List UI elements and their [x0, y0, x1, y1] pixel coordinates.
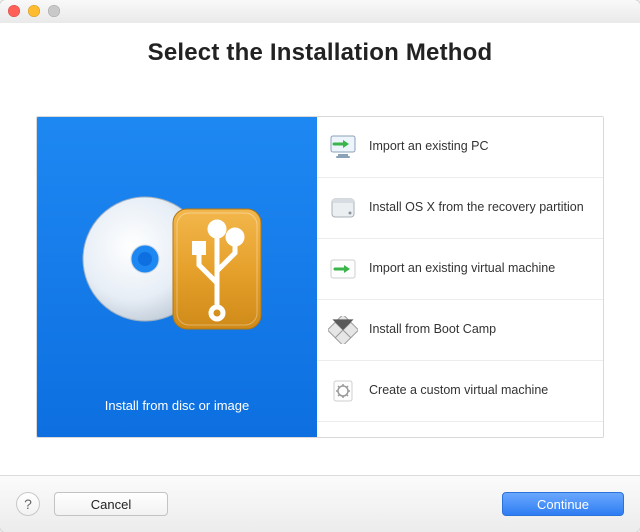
bootcamp-diamond-icon: [327, 314, 359, 346]
monitor-import-icon: [327, 131, 359, 163]
zoom-icon: [48, 5, 60, 17]
harddrive-icon: [327, 192, 359, 224]
page-title: Select the Installation Method: [0, 39, 640, 67]
method-label: Import an existing PC: [369, 139, 593, 155]
method-recovery-partition[interactable]: Install OS X from the recovery partition: [317, 178, 603, 239]
method-label: Create a custom virtual machine: [369, 383, 593, 399]
continue-button[interactable]: Continue: [502, 492, 624, 516]
method-custom-vm[interactable]: Create a custom virtual machine: [317, 361, 603, 422]
method-boot-camp[interactable]: Install from Boot Camp: [317, 300, 603, 361]
content-pane: Install from disc or image Import an exi…: [36, 116, 604, 438]
import-arrow-icon: [327, 253, 359, 285]
close-icon[interactable]: [8, 5, 20, 17]
installer-window: Select the Installation Method: [0, 0, 640, 532]
method-label: Install from Boot Camp: [369, 322, 593, 338]
minimize-icon[interactable]: [28, 5, 40, 17]
method-list: Import an existing PC Install OS X from …: [317, 117, 603, 437]
preview-caption: Install from disc or image: [105, 398, 250, 413]
titlebar: [0, 0, 640, 23]
gear-document-icon: [327, 375, 359, 407]
cancel-button[interactable]: Cancel: [54, 492, 168, 516]
disc-usb-illustration-icon: [37, 171, 317, 341]
help-button[interactable]: ?: [16, 492, 40, 516]
footer: ? Cancel Continue: [0, 475, 640, 532]
method-label: Import an existing virtual machine: [369, 261, 593, 277]
method-import-vm[interactable]: Import an existing virtual machine: [317, 239, 603, 300]
method-label: Install OS X from the recovery partition: [369, 200, 593, 216]
method-import-pc[interactable]: Import an existing PC: [317, 117, 603, 178]
preview-pane: Install from disc or image: [37, 117, 317, 437]
window-controls: [8, 5, 60, 17]
